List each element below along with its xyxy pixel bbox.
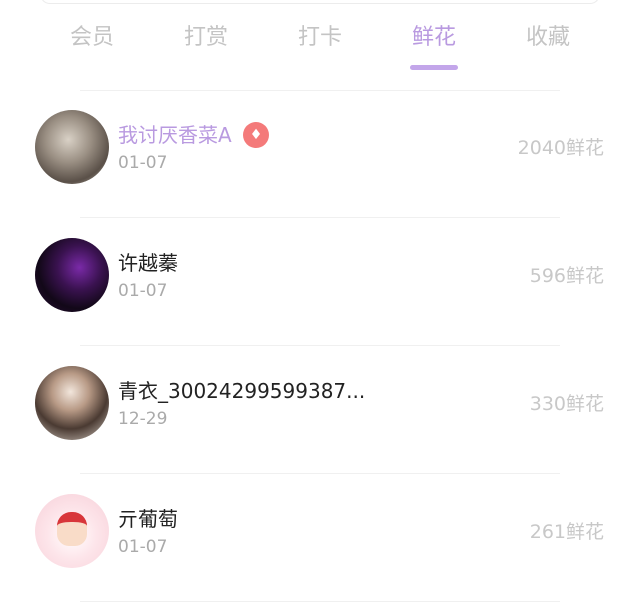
flower-amount: 261鲜花 [529, 521, 604, 543]
diamond-icon: ♦ [243, 122, 269, 148]
cartoon-avatar-face [57, 512, 87, 546]
avatar[interactable] [35, 366, 109, 440]
list-item[interactable]: 青衣_30024299599387... 12-29 330鲜花 [0, 346, 640, 474]
avatar[interactable] [35, 494, 109, 568]
tab-label: 收藏 [525, 25, 570, 50]
avatar[interactable] [35, 110, 109, 184]
date: 12-29 [118, 409, 168, 429]
flower-amount: 596鲜花 [529, 265, 604, 287]
date: 01-07 [118, 281, 168, 301]
date: 01-07 [118, 537, 168, 557]
tab-label: 会员 [69, 25, 114, 50]
user-name[interactable]: 亓葡萄 [118, 506, 178, 532]
tab-label: 打卡 [297, 25, 342, 50]
divider [80, 601, 560, 602]
user-name[interactable]: 青衣_30024299599387... [118, 378, 365, 404]
tab-member[interactable]: 会员 [52, 18, 132, 70]
tab-label: 鲜花 [411, 25, 456, 50]
tab-favorites[interactable]: 收藏 [508, 18, 588, 70]
tab-reward[interactable]: 打赏 [166, 18, 246, 70]
active-tab-indicator [410, 65, 458, 70]
list-item[interactable]: 我讨厌香菜A ♦ 01-07 2040鲜花 [0, 90, 640, 218]
tab-checkin[interactable]: 打卡 [280, 18, 360, 70]
list-item[interactable]: 许越蓁 01-07 596鲜花 [0, 218, 640, 346]
tab-bar: 会员 打赏 打卡 鲜花 收藏 [0, 18, 640, 70]
date: 01-07 [118, 153, 168, 173]
top-card-edge [40, 0, 600, 4]
tab-flowers[interactable]: 鲜花 [394, 18, 474, 70]
avatar[interactable] [35, 238, 109, 312]
flower-amount: 2040鲜花 [517, 137, 604, 159]
user-name[interactable]: 我讨厌香菜A [118, 122, 232, 148]
tab-label: 打赏 [183, 25, 228, 50]
list-item[interactable]: 亓葡萄 01-07 261鲜花 [0, 474, 640, 602]
user-name[interactable]: 许越蓁 [118, 250, 178, 276]
flower-amount: 330鲜花 [529, 393, 604, 415]
